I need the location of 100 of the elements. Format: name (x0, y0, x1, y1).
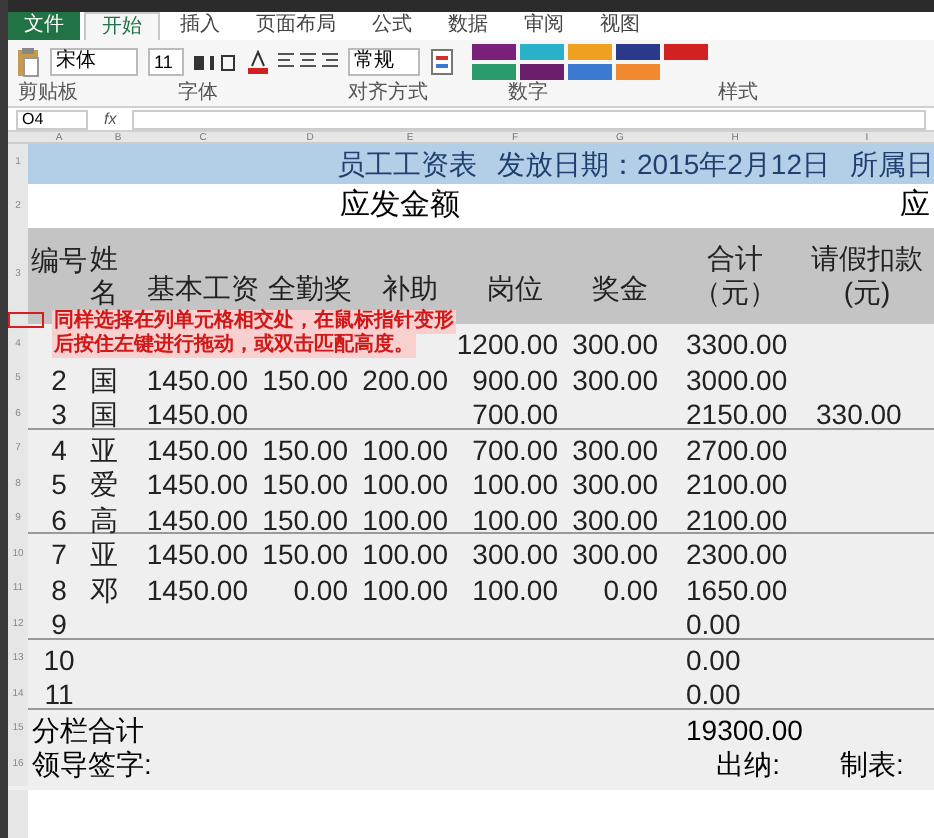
table-cell-text: 爱 (90, 466, 118, 504)
table-cell-text: 1450.00 (146, 466, 248, 504)
table-cell-text: 200.00 (362, 361, 448, 399)
table-cell-text: 0.00 (603, 571, 658, 609)
tooltip-text: 后按住左键进行拖动，或双击匹配高度。 (52, 334, 416, 358)
name-box[interactable]: O4 (16, 109, 88, 129)
ribbon-tab[interactable]: 视图 (584, 12, 656, 40)
column-header: 全勤奖 (268, 271, 352, 305)
table-cell-text: 150.00 (262, 466, 348, 504)
group-label: 剪贴板 (18, 82, 78, 105)
table-cell-text: 150.00 (262, 536, 348, 574)
paste-icon[interactable] (16, 45, 40, 78)
sheet-title: 发放日期：2015年2月12日 (496, 145, 830, 183)
table-cell-text: 300.00 (572, 536, 658, 574)
style-swatch[interactable] (568, 43, 612, 60)
table-cell-text: 300.00 (572, 361, 658, 399)
column-header: 编号 (31, 244, 87, 278)
table-cell-text: 100.00 (362, 501, 448, 539)
subtotal-label: 分栏合计 (32, 711, 144, 749)
table-cell-text: 3300.00 (686, 326, 788, 364)
group-label: 数字 (508, 82, 548, 105)
function-label: fx (104, 111, 117, 127)
bold-italic-underline-icon[interactable] (194, 51, 238, 72)
table-cell-text: 100.00 (472, 466, 558, 504)
ribbon-tab[interactable]: 公式 (356, 12, 428, 40)
table-cell-text: 3000.00 (686, 361, 788, 399)
table-cell-text: 亚 (90, 431, 118, 469)
table-cell-text: 高 (90, 501, 118, 539)
style-swatch[interactable] (616, 63, 660, 80)
column-header: 请假扣款(元) (809, 242, 925, 310)
style-swatch[interactable] (568, 63, 612, 80)
ribbon-tab[interactable]: 页面布局 (240, 12, 352, 40)
table-cell-text: 150.00 (262, 501, 348, 539)
table-cell-text: 1450.00 (146, 396, 248, 434)
conditional-format-icon[interactable] (430, 47, 454, 76)
group-label: 字体 (178, 82, 218, 105)
table-cell-text: 1450.00 (146, 571, 248, 609)
column-header: 基本工资 (147, 271, 259, 305)
table-cell-text: 1450.00 (146, 361, 248, 399)
row-index: 9 (51, 606, 67, 644)
cursor-marker-icon (8, 312, 44, 328)
row-index: 5 (51, 466, 67, 504)
row-index: 8 (51, 571, 67, 609)
style-swatch[interactable] (520, 63, 564, 80)
column-header: 奖金 (592, 271, 648, 305)
style-swatch[interactable] (472, 43, 516, 60)
font-name-field[interactable]: 宋体 (50, 47, 138, 76)
table-cell-text: 1650.00 (686, 571, 788, 609)
table-cell-text: 1200.00 (456, 326, 558, 364)
table-cell-text: 100.00 (472, 571, 558, 609)
number-format-field[interactable]: 常规 (348, 47, 420, 76)
table-cell-text: 100.00 (472, 501, 558, 539)
group-label: 对齐方式 (348, 82, 428, 105)
row-index: 10 (43, 641, 75, 679)
table-cell-text: 2150.00 (686, 396, 788, 434)
row-index: 3 (51, 396, 67, 434)
table-cell-text: 0.00 (686, 676, 741, 714)
sheet-title: 所属日 (850, 145, 934, 183)
table-cell-text: 1450.00 (146, 501, 248, 539)
style-swatch[interactable] (616, 43, 660, 60)
table-cell-text: 100.00 (362, 431, 448, 469)
signature-label: 领导签字: (32, 746, 152, 784)
row-index: 2 (51, 361, 67, 399)
signature-label: 制表: (840, 746, 904, 784)
ribbon-tab[interactable]: 数据 (432, 12, 504, 40)
style-swatch[interactable] (472, 63, 516, 80)
table-cell-text: 1450.00 (146, 431, 248, 469)
formula-input[interactable] (132, 109, 926, 129)
table-cell-text: 国 (90, 396, 118, 434)
table-cell-text: 国 (90, 361, 118, 399)
table-cell-text: 2700.00 (686, 431, 788, 469)
row-index: 7 (51, 536, 67, 574)
signature-label: 出纳: (716, 746, 780, 784)
ribbon-tab[interactable]: 插入 (164, 12, 236, 40)
table-cell-text: 900.00 (472, 361, 558, 399)
ribbon-tab[interactable]: 审阅 (508, 12, 580, 40)
table-cell-text: 2100.00 (686, 501, 788, 539)
table-cell-text: 邓 (90, 571, 118, 609)
ribbon-tab[interactable]: 开始 (84, 12, 160, 40)
column-header: 合计（元） (691, 242, 779, 310)
style-swatch[interactable] (520, 43, 564, 60)
table-cell-text: 2300.00 (686, 536, 788, 574)
table-cell-text: 亚 (90, 536, 118, 574)
font-size-field[interactable]: 11 (148, 47, 184, 76)
column-header: 岗位 (487, 271, 543, 305)
group-label: 样式 (718, 82, 758, 105)
table-cell-text: 0.00 (293, 571, 348, 609)
row-index: 11 (44, 676, 74, 714)
column-header: 姓名 (90, 242, 118, 309)
section-heading: 应发金额 (340, 186, 460, 226)
style-swatch[interactable] (664, 43, 708, 60)
file-tab[interactable]: 文件 (8, 12, 80, 40)
table-cell-text: 100.00 (362, 466, 448, 504)
table-cell-text: 100.00 (362, 571, 448, 609)
align-icon[interactable] (278, 51, 338, 72)
sheet-title: 员工工资表 (336, 145, 477, 183)
table-cell-text: 330.00 (816, 396, 902, 434)
font-color-icon[interactable] (248, 49, 268, 74)
table-cell-text: 100.00 (362, 536, 448, 574)
table-cell-text: 150.00 (262, 431, 348, 469)
